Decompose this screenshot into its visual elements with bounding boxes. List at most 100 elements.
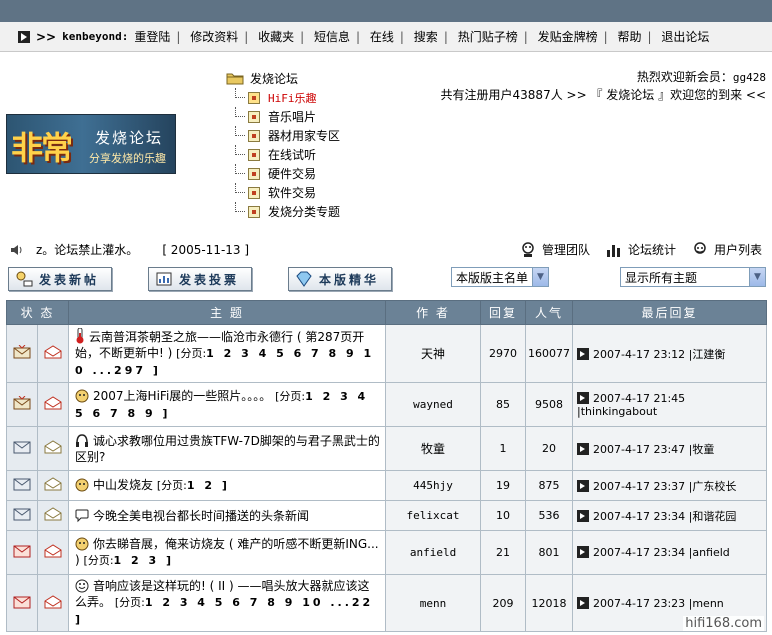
envelope-icon [13, 441, 31, 454]
table-row[interactable]: 2007上海HiFi展的一些照片。。。。 [分页:1 2 3 4 5 6 7 8… [6, 382, 768, 427]
author-cell[interactable]: menn [385, 574, 482, 632]
author-cell[interactable]: 天神 [385, 324, 482, 383]
table-row[interactable]: 音响应该是这样玩的! ( II ) ——唱头放大器就应该这么弄。 [分页:1 2… [6, 574, 768, 632]
table-row[interactable]: 云南普洱茶朝圣之旅——临沧市永德行 ( 第287页开始，不断更新中! ) [分页… [6, 324, 768, 383]
table-row[interactable]: 中山发烧友 [分页:1 2 ] 445hjy 19 875 2007-4-17 … [6, 470, 768, 501]
nav-link-edit-profile[interactable]: 修改资料 [190, 28, 238, 45]
last-post-arrow-icon[interactable] [577, 509, 590, 522]
topic-filter-select[interactable]: 显示所有主题 ▼ [620, 267, 766, 287]
chevron-down-icon[interactable]: ▼ [749, 268, 765, 286]
tree-item-online-listen[interactable]: 在线试听 [226, 145, 340, 164]
nav-link-hot-topics[interactable]: 热门贴子榜 [458, 28, 518, 45]
essence-button[interactable]: 本版精华 [288, 267, 392, 291]
tree-item-equipment[interactable]: 器材用家专区 [226, 126, 340, 145]
status-cell [6, 470, 38, 501]
table-row[interactable]: 今晚全美电视台都长时间播送的头条新闻 felixcat 10 536 2007-… [6, 500, 768, 531]
last-post-arrow-icon[interactable] [577, 391, 590, 404]
page-numbers[interactable]: 1 2 3 ] [114, 554, 174, 567]
tree-item-music[interactable]: 音乐唱片 [226, 107, 340, 126]
nav-separator: | [443, 30, 448, 44]
last-reply-cell[interactable]: 2007-4-17 23:47 |牧童 [572, 426, 768, 471]
announcement-date: [ 2005-11-13 ] [162, 242, 250, 257]
page-links[interactable]: [分页:1 2 ] [157, 479, 230, 492]
user-list-icon [694, 241, 706, 254]
author-cell[interactable]: wayned [385, 382, 482, 427]
last-reply-cell[interactable]: 2007-4-17 21:45 |thinkingabout [572, 382, 768, 427]
announcement-text[interactable]: z。论坛禁止灌水。 [36, 241, 138, 258]
essence-label: 本版精华 [319, 272, 380, 287]
tree-branch-line [235, 145, 245, 155]
nav-link-help[interactable]: 帮助 [617, 28, 641, 45]
author-cell[interactable]: 445hjy [385, 470, 482, 501]
logo-slogan: 分享发烧的乐趣 [89, 152, 166, 165]
chevron-down-icon[interactable]: ▼ [532, 268, 548, 286]
nav-link-gold-ranking[interactable]: 发贴金牌榜 [538, 28, 598, 45]
last-reply-cell[interactable]: 2007-4-17 23:37 |广东校长 [572, 470, 768, 501]
views-cell: 536 [525, 500, 574, 531]
moderators-select[interactable]: 本版版主名单 ▼ [451, 267, 549, 287]
page-links[interactable]: [分页:1 2 3 ] [84, 554, 174, 567]
nav-username[interactable]: kenbeyond: [62, 30, 128, 43]
forum-stats-link[interactable]: 论坛统计 [606, 241, 676, 258]
status-cell [6, 382, 38, 427]
nav-link-relogin[interactable]: 重登陆 [134, 28, 170, 45]
topic-link[interactable]: 2007上海HiFi展的一些照片。。。。 [93, 389, 271, 403]
topic-cell: 你去睇音展，俺来访烧友 ( 难产的听感不断更新ING... ) [分页:1 2 … [68, 530, 387, 575]
members-line: 共有注册用户43887人 >> 『 发烧论坛 』欢迎您的到来 << [440, 88, 766, 102]
table-row[interactable]: 诚心求教哪位用过贵族TFW-7D脚架的与君子黑武士的区别? 牧童 1 20 20… [6, 426, 768, 471]
nav-link-search[interactable]: 搜索 [414, 28, 438, 45]
table-row[interactable]: 你去睇音展，俺来访烧友 ( 难产的听感不断更新ING... ) [分页:1 2 … [6, 530, 768, 575]
new-poll-button[interactable]: 发表投票 [148, 267, 252, 291]
forum-tree: 发烧论坛 HiFi乐趣 音乐唱片 器材用家专区 在线试听 硬件交易 软件交易 发… [226, 68, 340, 221]
newest-member-link[interactable]: gg428 [733, 71, 766, 84]
tree-item-software-trade[interactable]: 软件交易 [226, 183, 340, 202]
last-post-arrow-icon[interactable] [577, 479, 590, 492]
forum-logo[interactable]: 非常 发烧论坛 分享发烧的乐趣 [6, 114, 176, 174]
envelope-icon [13, 508, 31, 521]
author-cell[interactable]: anfield [385, 530, 482, 575]
page-links[interactable]: [分页:1 2 3 4 5 6 7 8 9 10 ...22 ] [75, 596, 373, 626]
last-post-arrow-icon[interactable] [577, 442, 590, 455]
hot-envelope-icon [13, 545, 31, 558]
author-cell[interactable]: 牧童 [385, 426, 482, 471]
pages-label: [分页: [83, 554, 114, 567]
author-cell[interactable]: felixcat [385, 500, 482, 531]
last-post-arrow-icon[interactable] [577, 546, 590, 558]
replies-cell: 2970 [480, 324, 527, 383]
tree-item-hardware-trade[interactable]: 硬件交易 [226, 164, 340, 183]
nav-separator: | [603, 30, 608, 44]
nav-link-logout[interactable]: 退出论坛 [661, 28, 709, 45]
last-post-arrow-icon[interactable] [577, 347, 590, 360]
last-reply-cell[interactable]: 2007-4-17 23:34 |和谐花园 [572, 500, 768, 531]
user-list-link[interactable]: 用户列表 [692, 241, 762, 258]
tree-item-hifi[interactable]: HiFi乐趣 [226, 88, 340, 107]
page-numbers[interactable]: 1 2 ] [187, 479, 230, 492]
tree-root[interactable]: 发烧论坛 [226, 68, 340, 88]
last-reply-cell[interactable]: 2007-4-17 23:34 |anfield [572, 530, 768, 575]
topic-link[interactable]: 今晚全美电视台都长时间播送的头条新闻 [93, 509, 309, 523]
tree-item-topics[interactable]: 发烧分类专题 [226, 202, 340, 221]
admin-team-link[interactable]: 管理团队 [520, 241, 590, 258]
new-post-button[interactable]: 发表新帖 [8, 267, 112, 291]
topic-link[interactable]: 诚心求教哪位用过贵族TFW-7D脚架的与君子黑武士的区别? [75, 434, 380, 464]
col-views: 人气 [525, 300, 574, 325]
views-cell: 875 [525, 470, 574, 501]
tree-branch-line [235, 202, 245, 212]
last-reply-cell[interactable]: 2007-4-17 23:12 |江建衡 [572, 324, 768, 383]
views-cell: 20 [525, 426, 574, 471]
last-reply-text: 2007-4-17 23:23 |menn [593, 596, 724, 610]
tree-branch-line [235, 183, 245, 193]
last-post-arrow-icon[interactable] [577, 596, 590, 609]
status-cell [6, 500, 38, 531]
open-envelope-icon [44, 396, 62, 410]
nav-link-favorites[interactable]: 收藏夹 [258, 28, 294, 45]
new-post-icon [16, 271, 33, 287]
topic-link[interactable]: 中山发烧友 [93, 478, 153, 492]
smile-icon [75, 579, 89, 593]
tree-item-label: 器材用家专区 [268, 129, 341, 143]
speaker-icon [11, 244, 22, 255]
pages-label: [分页: [114, 596, 145, 609]
nav-link-messages[interactable]: 短信息 [314, 28, 350, 45]
nav-link-online[interactable]: 在线 [370, 28, 394, 45]
stats-chart-icon [606, 244, 620, 257]
